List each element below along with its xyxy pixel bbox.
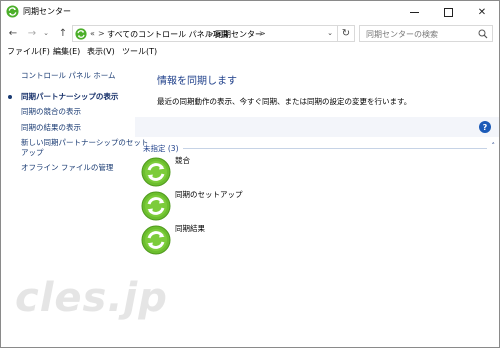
main-content: 情報を同期します 最近の同期動作の表示、今すぐ同期、または同期の設定の変更を行い… [135, 59, 499, 347]
chevron-down-icon: ⌄ [43, 29, 49, 37]
maximize-button[interactable] [431, 1, 465, 23]
menu-edit[interactable]: 編集(E) [53, 46, 80, 57]
maximize-icon [443, 7, 453, 17]
group-divider [183, 148, 487, 149]
menu-view[interactable]: 表示(V) [87, 46, 115, 57]
sidebar-link-view-results[interactable]: 同期の結果の表示 [21, 123, 81, 133]
sync-center-window: 同期センター ✕ ← → ⌄ ↑ « > すべてのコントロール パネル項目 > … [0, 0, 500, 348]
navigation-bar: ← → ⌄ ↑ « > すべてのコントロール パネル項目 > 同期センター > [1, 23, 499, 43]
address-bar[interactable]: « > すべてのコントロール パネル項目 > 同期センター > ⌄ [72, 25, 338, 42]
forward-arrow-icon: → [27, 27, 37, 39]
breadcrumb-sync-center[interactable]: 同期センター [215, 29, 263, 40]
menu-tools[interactable]: ツール(T) [122, 46, 157, 57]
search-icon [478, 29, 488, 39]
forward-button[interactable]: → [25, 26, 39, 40]
sidebar-link-manage-offline-files[interactable]: オフライン ファイルの管理 [21, 163, 113, 173]
help-icon[interactable]: ? [479, 121, 491, 133]
menu-file[interactable]: ファイル(F) [7, 46, 50, 57]
sync-icon [141, 191, 171, 221]
recent-locations-button[interactable]: ⌄ [41, 26, 51, 40]
item-label: 同期のセットアップ [175, 190, 243, 199]
breadcrumb-separator[interactable]: > [98, 29, 105, 38]
close-button[interactable]: ✕ [465, 1, 499, 23]
minimize-button[interactable] [397, 1, 431, 23]
sidebar-link-view-partnerships[interactable]: 同期パートナーシップの表示 [21, 92, 118, 102]
group-header-unspecified[interactable]: 未指定 (3) [143, 143, 179, 154]
title-bar: 同期センター ✕ [1, 1, 499, 23]
minimize-icon [409, 11, 419, 13]
refresh-icon: ↻ [341, 28, 351, 39]
sync-center-small-icon [75, 28, 87, 40]
control-panel-home-link[interactable]: コントロール パネル ホーム [21, 70, 116, 81]
list-item-sync-results[interactable]: 同期結果 [141, 223, 341, 257]
window-title: 同期センター [23, 7, 71, 16]
back-arrow-icon: ← [8, 27, 18, 39]
back-button[interactable]: ← [6, 26, 20, 40]
breadcrumb-separator[interactable]: > [259, 29, 266, 38]
search-box[interactable]: 同期センターの検索 [359, 25, 493, 42]
refresh-button[interactable]: ↻ [338, 25, 355, 42]
page-description: 最近の同期動作の表示、今すぐ同期、または同期の設定の変更を行います。 [157, 97, 412, 106]
sidebar-link-new-partnership[interactable]: 新しい同期パートナーシップのセット [21, 138, 148, 148]
address-overflow-chevron[interactable]: « [90, 29, 95, 38]
current-page-bullet [8, 95, 12, 99]
collapse-group-icon[interactable]: ˄ [492, 142, 496, 150]
command-bar: ? [135, 117, 499, 137]
up-arrow-icon: ↑ [58, 27, 68, 39]
search-input[interactable]: 同期センターの検索 [366, 29, 438, 40]
list-item-conflicts[interactable]: 競合 [141, 155, 341, 189]
sync-icon [141, 225, 171, 255]
sidebar-link-view-conflicts[interactable]: 同期の競合の表示 [21, 107, 81, 117]
sidebar-link-new-partnership-cont[interactable]: アップ [21, 148, 44, 158]
up-button[interactable]: ↑ [56, 26, 70, 40]
address-dropdown-icon[interactable]: ⌄ [327, 29, 333, 37]
sync-center-app-icon [6, 5, 19, 18]
item-label: 競合 [175, 156, 190, 165]
list-item-sync-setup[interactable]: 同期のセットアップ [141, 189, 341, 223]
item-label: 同期結果 [175, 224, 205, 233]
breadcrumb-separator[interactable]: > [207, 29, 214, 38]
watermark: cles.jp [15, 275, 168, 321]
sync-icon [141, 157, 171, 187]
close-icon: ✕ [477, 6, 487, 18]
menu-bar: ファイル(F) 編集(E) 表示(V) ツール(T) [1, 43, 499, 59]
page-title: 情報を同期します [157, 76, 237, 87]
